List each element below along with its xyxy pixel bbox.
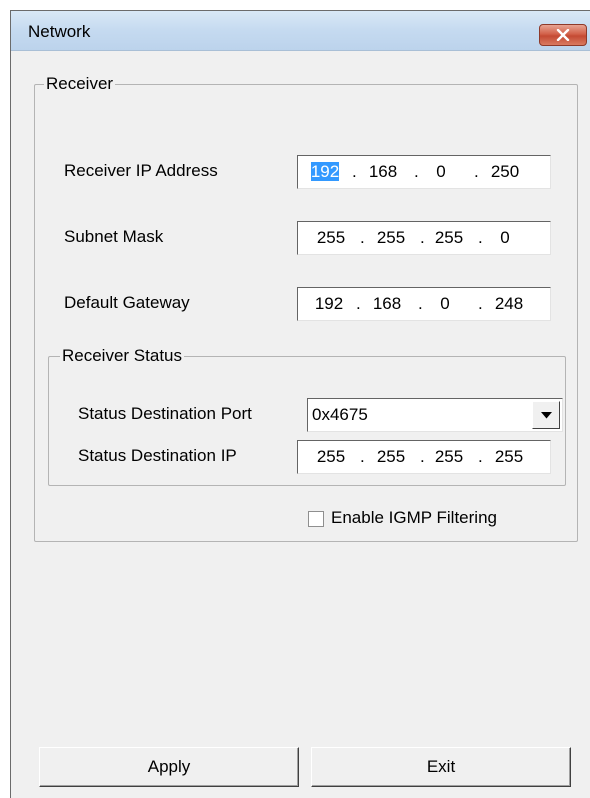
gateway-octet-4[interactable]: 248 — [490, 294, 528, 314]
close-icon — [556, 29, 570, 41]
ip-octet-3[interactable]: 0 — [422, 162, 460, 182]
ip-octet-2[interactable]: 168 — [364, 162, 402, 182]
gateway-octet-1[interactable]: 192 — [310, 294, 348, 314]
subnet-octet-2[interactable]: 255 — [372, 228, 410, 248]
status-dest-ip-label: Status Destination IP — [78, 446, 237, 465]
dest-octet-2[interactable]: 255 — [372, 447, 410, 467]
status-dest-ip-field[interactable]: 255 . 255 . 255 . 255 — [297, 440, 551, 474]
ip-octet-4[interactable]: 250 — [486, 162, 524, 182]
gateway-octet-2[interactable]: 168 — [368, 294, 406, 314]
ip-octet-1[interactable]: 192 — [310, 162, 340, 181]
receiver-group-title: Receiver — [44, 74, 116, 94]
network-dialog: Network Receiver Receiver IP Address 192… — [10, 10, 590, 798]
subnet-octet-3[interactable]: 255 — [430, 228, 468, 248]
dest-octet-1[interactable]: 255 — [312, 447, 350, 467]
dest-octet-4[interactable]: 255 — [490, 447, 528, 467]
receiver-ip-field[interactable]: 192 . 168 . 0 . 250 — [297, 155, 551, 189]
apply-button[interactable]: Apply — [39, 747, 299, 787]
status-port-dropdown[interactable]: 0x4675 — [307, 398, 563, 432]
default-gateway-label: Default Gateway — [64, 293, 190, 312]
window-title: Network — [28, 22, 91, 41]
close-button[interactable] — [539, 24, 587, 46]
dest-octet-3[interactable]: 255 — [430, 447, 468, 467]
igmp-filtering-checkbox[interactable] — [308, 511, 324, 527]
gateway-octet-3[interactable]: 0 — [426, 294, 464, 314]
chevron-down-icon — [541, 412, 552, 419]
subnet-octet-4[interactable]: 0 — [486, 228, 524, 248]
subnet-mask-label: Subnet Mask — [64, 227, 164, 246]
exit-button[interactable]: Exit — [311, 747, 571, 787]
igmp-filtering-label[interactable]: Enable IGMP Filtering — [331, 508, 497, 528]
default-gateway-field[interactable]: 192 . 168 . 0 . 248 — [297, 287, 551, 321]
status-port-label: Status Destination Port — [78, 404, 252, 423]
status-port-value: 0x4675 — [312, 405, 368, 424]
subnet-octet-1[interactable]: 255 — [312, 228, 350, 248]
title-bar[interactable]: Network — [11, 11, 590, 51]
dropdown-button[interactable] — [532, 401, 560, 429]
receiver-ip-label: Receiver IP Address — [64, 161, 218, 180]
receiver-status-title: Receiver Status — [60, 346, 184, 366]
subnet-mask-field[interactable]: 255 . 255 . 255 . 0 — [297, 221, 551, 255]
